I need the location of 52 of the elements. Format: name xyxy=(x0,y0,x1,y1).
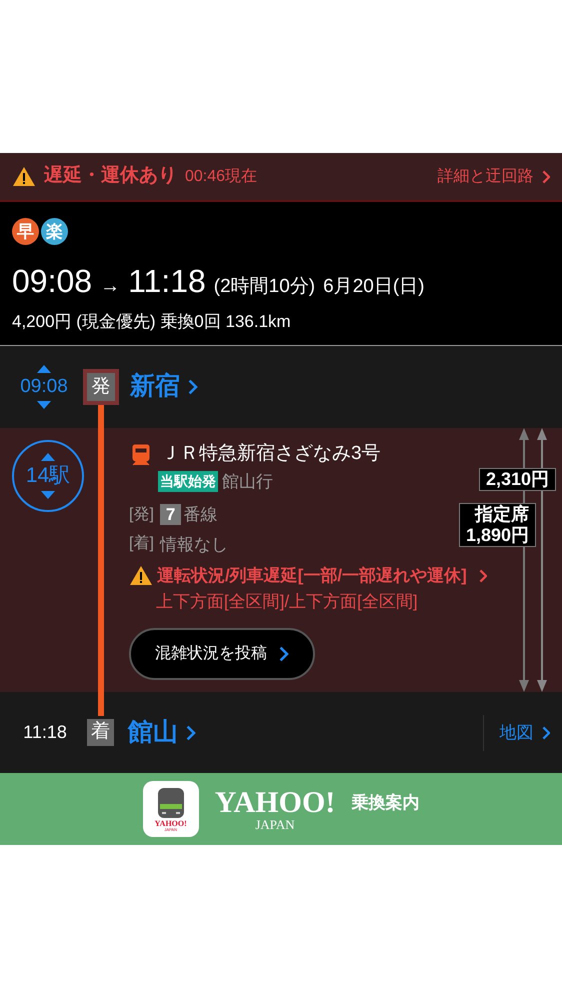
departure-mark: 発 xyxy=(83,369,119,405)
service-name: 乗換案内 xyxy=(351,792,420,814)
brand-sub: JAPAN xyxy=(255,818,295,830)
warning-icon xyxy=(12,166,36,187)
fare-summary: 4,200円 (現金優先) 乗換0回 136.1km xyxy=(12,311,292,333)
notice-detail: 上下方面[全区間]/上下方面[全区間] xyxy=(156,590,419,612)
detail-link[interactable]: 詳細と迂回路 xyxy=(438,164,550,188)
train-name: ＪＲ特急新宿さざなみ3号 xyxy=(161,442,381,466)
alert-title: 遅延・運休あり xyxy=(44,164,177,188)
chevron-icon xyxy=(188,379,198,395)
chevron-icon xyxy=(542,726,550,740)
notice-title: 運転状況/列車遅延[一部/一部遅れや運休] xyxy=(157,565,467,587)
arrival-time: 11:18 xyxy=(22,721,68,744)
service-notice[interactable]: 運転状況/列車遅延[一部/一部遅れや運休] xyxy=(129,563,488,588)
up-arrow-icon[interactable] xyxy=(41,453,55,461)
arrival-info: 情報なし xyxy=(160,534,228,556)
down-arrow-icon[interactable] xyxy=(37,401,51,410)
fare-amount: 1,890円 xyxy=(466,525,529,546)
destination: 館山行 xyxy=(222,470,273,492)
warning-icon xyxy=(129,565,153,586)
brand-logo: YAHOO! xyxy=(214,788,336,818)
arrive-time: 11:18 xyxy=(128,262,206,301)
platform-number: 7 xyxy=(160,504,182,526)
chevron-icon xyxy=(186,724,196,740)
post-congestion-button[interactable]: 混雑状況を投稿 xyxy=(129,628,315,680)
arrival-mark: 着 xyxy=(87,719,114,746)
departure-station[interactable]: 新宿 xyxy=(130,368,198,406)
duration: (2時間10分) xyxy=(214,275,316,299)
arrival-station[interactable]: 館山 xyxy=(128,714,196,752)
platform-label: [発] xyxy=(129,504,154,525)
chevron-icon xyxy=(279,646,289,662)
departure-time[interactable]: 09:08 xyxy=(20,372,68,402)
alert-time: 00:46現在 xyxy=(185,166,258,186)
fare-amount: 2,310円 xyxy=(486,469,549,490)
alert-bar[interactable]: 遅延・運休あり 00:46現在 詳細と迂回路 xyxy=(0,153,562,202)
travel-date: 6月20日(日) xyxy=(323,275,424,299)
icon-logo: YAHOO! xyxy=(154,820,187,828)
depart-time: 09:08 xyxy=(12,262,92,301)
origin-badge: 当駅始発 xyxy=(158,470,218,492)
stops-count: 14駅 xyxy=(26,464,70,488)
up-arrow-icon[interactable] xyxy=(37,364,51,373)
route-badge: 楽 xyxy=(41,218,68,245)
map-link[interactable]: 地図 xyxy=(482,714,562,750)
train-icon xyxy=(156,786,186,820)
chevron-icon xyxy=(478,568,488,583)
arrival-label: [着] xyxy=(129,534,154,554)
seat-type: 指定席 xyxy=(474,504,529,525)
arrow-text: → xyxy=(100,274,120,299)
route-badge: 早 xyxy=(12,218,39,245)
platform-suffix: 番線 xyxy=(183,504,218,526)
down-arrow-icon[interactable] xyxy=(41,491,55,499)
chevron-icon xyxy=(542,170,550,184)
